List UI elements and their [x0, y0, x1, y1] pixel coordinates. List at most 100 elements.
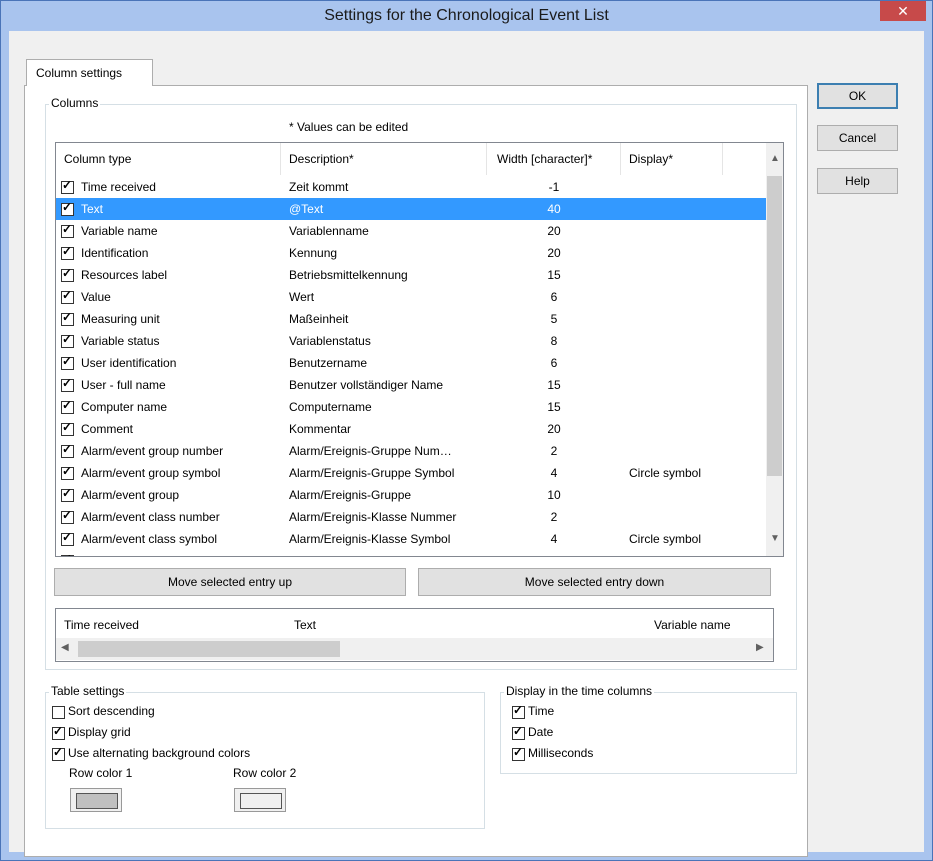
row-description[interactable]: Alarm/Ereignis-Klasse Nummer — [289, 506, 489, 528]
row-width[interactable]: 20 — [487, 418, 621, 440]
row-display[interactable] — [629, 264, 724, 286]
row-description[interactable]: Variablenstatus — [289, 330, 489, 352]
row-checkbox[interactable] — [61, 178, 74, 194]
move-up-button[interactable]: Move selected entry up — [54, 568, 406, 596]
row-description[interactable]: Kommentar — [289, 418, 489, 440]
row-checkbox[interactable] — [61, 552, 74, 556]
row-description[interactable]: Wert — [289, 286, 489, 308]
row-checkbox[interactable] — [61, 442, 74, 458]
row-description[interactable]: Alarm/Ereignis-Klasse Symbol — [289, 528, 489, 550]
table-row[interactable]: Alarm/event group number Alarm/Ereignis-G… — [56, 440, 766, 462]
row-description[interactable]: Benutzername — [289, 352, 489, 374]
row-checkbox[interactable] — [61, 376, 74, 392]
vertical-scrollbar[interactable]: ▲ ▼ — [766, 143, 783, 556]
row-description[interactable]: Benutzer vollständiger Name — [289, 374, 489, 396]
table-row[interactable]: Alarm/event class number Alarm/Ereignis-K… — [56, 506, 766, 528]
row-display[interactable]: Circle symbol — [629, 462, 724, 484]
row-width[interactable]: 4 — [487, 528, 621, 550]
row-checkbox[interactable] — [61, 222, 74, 238]
row-display[interactable] — [629, 440, 724, 462]
row-description[interactable]: Variablenname — [289, 220, 489, 242]
row-width[interactable]: 10 — [487, 484, 621, 506]
horizontal-scrollbar[interactable]: ◀ ▶ — [56, 638, 773, 660]
col-header-display[interactable]: Display* — [621, 143, 723, 175]
row-width[interactable]: 8 — [487, 330, 621, 352]
row-checkbox[interactable] — [61, 530, 74, 546]
table-row[interactable]: Variable name Variablenname20 — [56, 220, 766, 242]
row-width[interactable]: 10 — [487, 550, 621, 556]
col-header-description[interactable]: Description* — [281, 143, 487, 175]
table-row[interactable]: Value Wert6 — [56, 286, 766, 308]
table-row[interactable]: Alarm/event group symbol Alarm/Ereignis-G… — [56, 462, 766, 484]
table-row[interactable]: Computer name Computername15 — [56, 396, 766, 418]
row-display[interactable] — [629, 242, 724, 264]
move-down-button[interactable]: Move selected entry down — [418, 568, 771, 596]
row-checkbox[interactable] — [61, 266, 74, 282]
row-display[interactable] — [629, 418, 724, 440]
row-width[interactable]: 15 — [487, 396, 621, 418]
col-header-type[interactable]: Column type — [56, 143, 281, 175]
row-width[interactable]: 20 — [487, 242, 621, 264]
col-header-width[interactable]: Width [character]* — [487, 143, 621, 175]
row-display[interactable] — [629, 374, 724, 396]
row-display[interactable] — [629, 550, 724, 556]
row-display[interactable] — [629, 308, 724, 330]
row-description[interactable]: Zeit kommt — [289, 176, 489, 198]
row-description[interactable]: Alarm/Ereignis-Gruppe Num… — [289, 440, 489, 462]
row-description[interactable]: @Text — [289, 198, 489, 220]
row-display[interactable] — [629, 198, 724, 220]
row-description[interactable]: Maßeinheit — [289, 308, 489, 330]
row-description[interactable]: Alarm/Ereignis-Gruppe Symbol — [289, 462, 489, 484]
row-checkbox[interactable] — [61, 398, 74, 414]
row-display[interactable]: Circle symbol — [629, 528, 724, 550]
row-color-2-button[interactable] — [234, 788, 286, 812]
row-checkbox[interactable] — [61, 508, 74, 524]
row-description[interactable]: Kennung — [289, 242, 489, 264]
table-row[interactable]: Text @Text40 — [56, 198, 766, 220]
row-display[interactable] — [629, 176, 724, 198]
help-button[interactable]: Help — [817, 168, 898, 194]
row-width[interactable]: 5 — [487, 308, 621, 330]
row-display[interactable] — [629, 330, 724, 352]
ok-button[interactable]: OK — [817, 83, 898, 109]
row-width[interactable]: 2 — [487, 506, 621, 528]
row-width[interactable]: 15 — [487, 264, 621, 286]
row-checkbox[interactable] — [61, 332, 74, 348]
table-row[interactable]: Alarm/event class Alarm/Ereignis-Klasse10 — [56, 550, 766, 556]
row-display[interactable] — [629, 506, 724, 528]
row-checkbox[interactable] — [61, 244, 74, 260]
row-display[interactable] — [629, 484, 724, 506]
row-width[interactable]: -1 — [487, 176, 621, 198]
row-color-1-button[interactable] — [70, 788, 122, 812]
row-width[interactable]: 6 — [487, 352, 621, 374]
scroll-right-icon[interactable]: ▶ — [756, 642, 764, 653]
row-display[interactable] — [629, 396, 724, 418]
row-checkbox[interactable] — [61, 354, 74, 370]
table-row[interactable]: Identification Kennung20 — [56, 242, 766, 264]
columns-list[interactable]: Column type Description* Width [characte… — [55, 142, 784, 557]
row-description[interactable]: Alarm/Ereignis-Gruppe — [289, 484, 489, 506]
h-scroll-thumb[interactable] — [78, 641, 340, 657]
scroll-down-icon[interactable]: ▼ — [770, 533, 780, 544]
table-row[interactable]: Variable status Variablenstatus8 — [56, 330, 766, 352]
row-width[interactable]: 6 — [487, 286, 621, 308]
row-checkbox[interactable] — [61, 420, 74, 436]
row-width[interactable]: 20 — [487, 220, 621, 242]
row-width[interactable]: 15 — [487, 374, 621, 396]
tab-column-settings[interactable]: Column settings — [26, 59, 153, 86]
row-checkbox[interactable] — [61, 200, 74, 216]
row-checkbox[interactable] — [61, 464, 74, 480]
scroll-left-icon[interactable]: ◀ — [61, 642, 69, 653]
scroll-thumb[interactable] — [767, 176, 782, 476]
row-display[interactable] — [629, 220, 724, 242]
row-width[interactable]: 2 — [487, 440, 621, 462]
row-display[interactable] — [629, 352, 724, 374]
close-button[interactable]: ✕ — [880, 1, 926, 21]
table-row[interactable]: Time received Zeit kommt-1 — [56, 176, 766, 198]
table-row[interactable]: Alarm/event group Alarm/Ereignis-Gruppe10 — [56, 484, 766, 506]
row-description[interactable]: Betriebsmittelkennung — [289, 264, 489, 286]
row-width[interactable]: 40 — [487, 198, 621, 220]
table-row[interactable]: Resources label Betriebsmittelkennung15 — [56, 264, 766, 286]
table-row[interactable]: Alarm/event class symbol Alarm/Ereignis-K… — [56, 528, 766, 550]
table-row[interactable]: Measuring unit Maßeinheit5 — [56, 308, 766, 330]
